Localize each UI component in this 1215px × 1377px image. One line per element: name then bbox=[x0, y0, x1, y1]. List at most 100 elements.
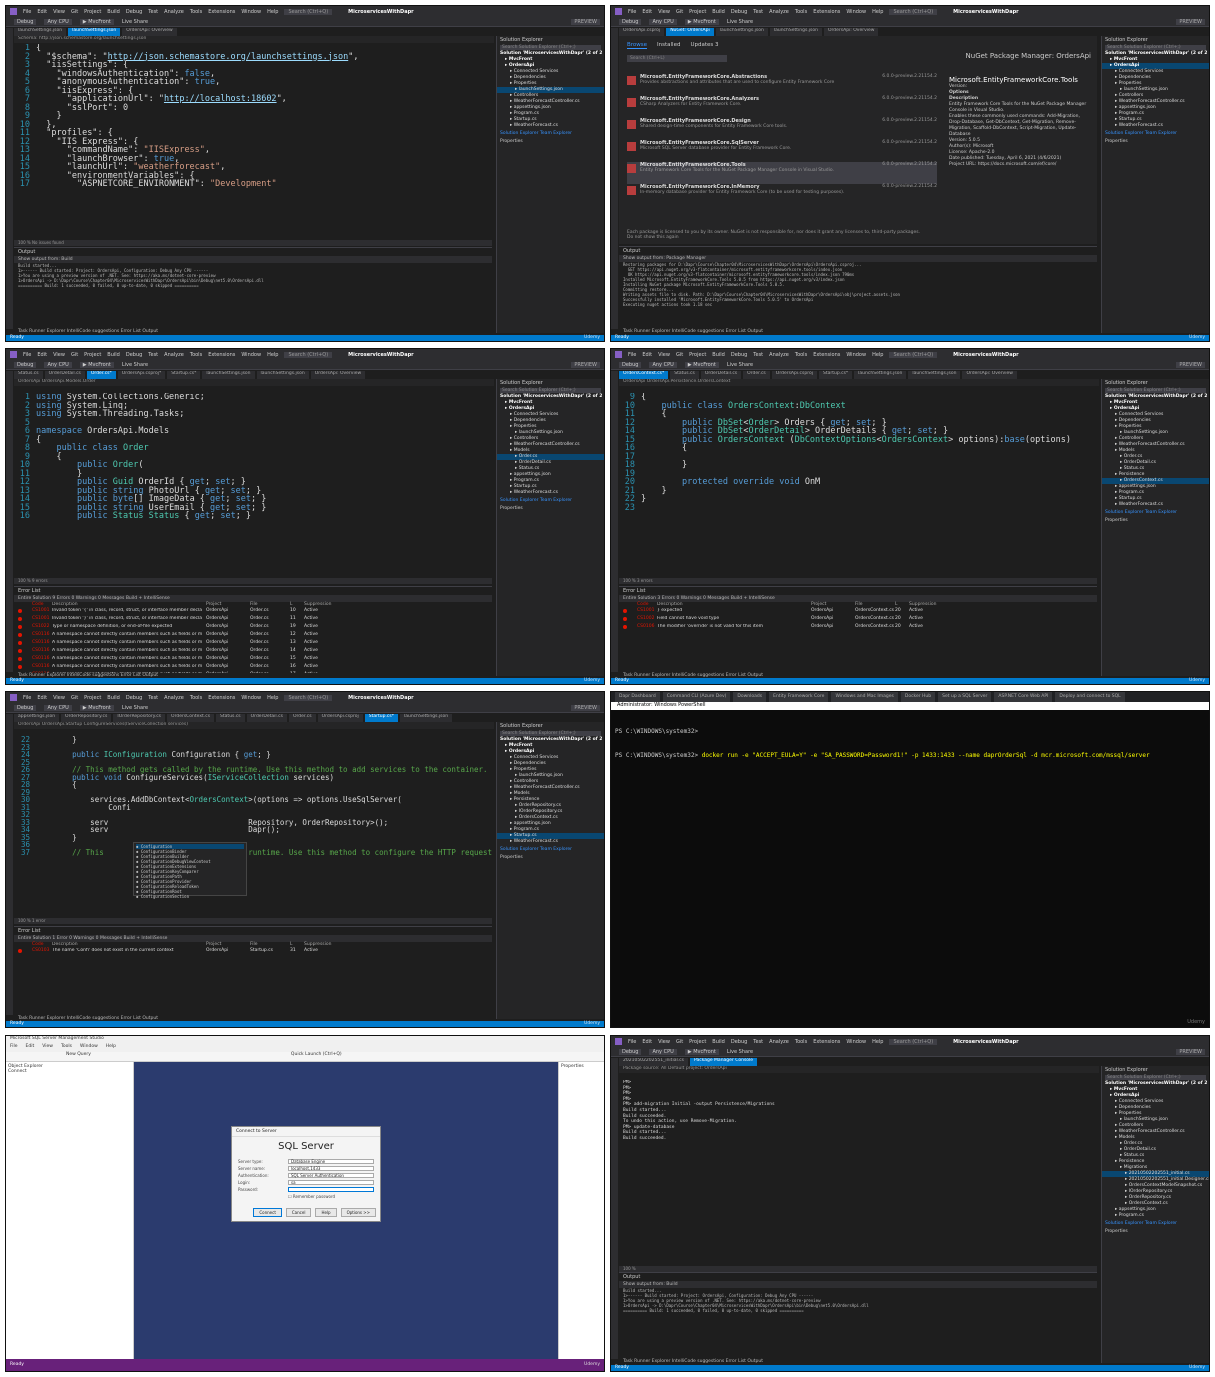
search-box[interactable]: Search (Ctrl+Q) bbox=[284, 351, 333, 358]
solution-search-input[interactable]: Search Solution Explorer (Ctrl+;) bbox=[500, 388, 601, 393]
menu-view[interactable]: View bbox=[658, 352, 670, 358]
error-row[interactable]: CS0106 The modifier 'override' is not val… bbox=[619, 624, 1097, 632]
menu-help[interactable]: Help bbox=[872, 1039, 883, 1045]
menu-tools[interactable]: Tools bbox=[190, 9, 202, 15]
solution-search-input[interactable]: Search Solution Explorer (Ctrl+;) bbox=[500, 45, 601, 50]
document-tab[interactable]: launchSettings.json bbox=[68, 28, 121, 36]
document-tab[interactable]: Status.cs bbox=[216, 714, 245, 722]
menu-project[interactable]: Project bbox=[84, 352, 101, 358]
code-editor[interactable]: 1{2 "$schema": "http://json.schemastore.… bbox=[14, 44, 492, 239]
solution-explorer-tabs[interactable]: Solution Explorer Team Explorer bbox=[1102, 1219, 1209, 1228]
menu-debug[interactable]: Debug bbox=[126, 352, 142, 358]
document-tab[interactable]: launchSettings.json bbox=[908, 371, 961, 379]
browser-tab[interactable]: Windows and Mac Images bbox=[831, 692, 898, 702]
platform-select[interactable]: Any CPU bbox=[44, 704, 72, 711]
completion-item[interactable]: ◆ ConfigurationSection bbox=[136, 894, 244, 899]
start-button[interactable]: ▶ MvcFront bbox=[684, 1048, 719, 1055]
live-share-button[interactable]: Live Share bbox=[122, 705, 148, 711]
menu-build[interactable]: Build bbox=[712, 1039, 725, 1045]
menu-git[interactable]: Git bbox=[71, 9, 78, 15]
solution-search-input[interactable]: Search Solution Explorer (Ctrl+;) bbox=[1105, 45, 1206, 50]
menu-analyze[interactable]: Analyze bbox=[164, 352, 184, 358]
error-filter-bar[interactable]: Entire Solution 1 Error 0 Warnings 0 Mes… bbox=[14, 935, 492, 942]
menu-window[interactable]: Window bbox=[241, 352, 261, 358]
browser-tab[interactable]: Downloads bbox=[733, 692, 767, 702]
menu-test[interactable]: Test bbox=[753, 1039, 763, 1045]
menu-file[interactable]: File bbox=[628, 352, 636, 358]
search-box[interactable]: Search (Ctrl+Q) bbox=[889, 351, 938, 358]
document-tab[interactable]: appsettings.json bbox=[14, 714, 60, 722]
error-code[interactable]: CS0116 bbox=[32, 640, 49, 648]
search-box[interactable]: Search (Ctrl+Q) bbox=[284, 694, 333, 701]
menu-view[interactable]: View bbox=[53, 9, 65, 15]
start-button[interactable]: ▶ MvcFront bbox=[79, 361, 114, 368]
menu-project[interactable]: Project bbox=[84, 9, 101, 15]
menu-help[interactable]: Help bbox=[872, 9, 883, 15]
config-select[interactable]: Debug bbox=[14, 704, 37, 711]
menu-help[interactable]: Help bbox=[106, 1044, 116, 1052]
error-row[interactable]: CS1002 Field cannot have void type OrdersA… bbox=[619, 616, 1097, 624]
menu-view[interactable]: View bbox=[658, 9, 670, 15]
menu-tools[interactable]: Tools bbox=[795, 1039, 807, 1045]
menu-window[interactable]: Window bbox=[846, 1039, 866, 1045]
document-tab[interactable]: Startup.cs* bbox=[364, 714, 398, 722]
menu-help[interactable]: Help bbox=[267, 695, 278, 701]
document-tab[interactable]: 20210502202551_initial.cs bbox=[619, 1058, 688, 1066]
help-button[interactable]: Help bbox=[315, 1208, 337, 1217]
package-item[interactable]: Microsoft.EntityFrameworkCore.Tools Entit… bbox=[627, 162, 937, 184]
live-share-button[interactable]: Live Share bbox=[122, 362, 148, 368]
new-query-button[interactable]: New Query bbox=[66, 1052, 91, 1057]
search-box[interactable]: Search (Ctrl+Q) bbox=[889, 8, 938, 15]
menu-git[interactable]: Git bbox=[676, 1039, 683, 1045]
error-code[interactable]: CS1001 bbox=[32, 608, 49, 616]
do-not-show-checkbox[interactable]: Do not show this again bbox=[627, 235, 679, 240]
solution-explorer-tabs[interactable]: Solution Explorer Team Explorer bbox=[497, 845, 604, 854]
document-tab[interactable]: Order.cs bbox=[288, 714, 316, 722]
document-tab[interactable]: OrdersApi.csproj bbox=[771, 371, 817, 379]
menu-edit[interactable]: Edit bbox=[37, 695, 47, 701]
menu-file[interactable]: File bbox=[10, 1044, 18, 1052]
menu-project[interactable]: Project bbox=[84, 695, 101, 701]
menu-window[interactable]: Window bbox=[241, 9, 261, 15]
package-item[interactable]: Microsoft.EntityFrameworkCore.Design Shar… bbox=[627, 118, 937, 140]
error-row[interactable]: CS1001} expected OrdersApi OrdersContext.c… bbox=[619, 608, 1097, 616]
menu-git[interactable]: Git bbox=[676, 9, 683, 15]
solution-search-input[interactable]: Search Solution Explorer (Ctrl+;) bbox=[1105, 1075, 1206, 1080]
menu-analyze[interactable]: Analyze bbox=[769, 9, 789, 15]
tab-updates[interactable]: Updates 3 bbox=[690, 42, 718, 49]
error-code[interactable]: CS1022 bbox=[32, 624, 49, 632]
menu-debug[interactable]: Debug bbox=[126, 695, 142, 701]
code-editor[interactable]: 22 } 23 24 public IConfiguration Configura… bbox=[14, 736, 492, 916]
error-row[interactable]: CS0116A namespace cannot directly contai… bbox=[14, 664, 492, 672]
live-share-button[interactable]: Live Share bbox=[727, 19, 753, 25]
error-code[interactable]: CS1002 bbox=[637, 616, 654, 624]
password-input[interactable] bbox=[288, 1187, 374, 1192]
server-name-input[interactable]: localhost,1433 bbox=[288, 1166, 374, 1171]
menu-git[interactable]: Git bbox=[71, 352, 78, 358]
output-source[interactable]: Show output from: Build bbox=[14, 256, 492, 263]
search-box[interactable]: Search (Ctrl+Q) bbox=[889, 1038, 938, 1045]
menu-window[interactable]: Window bbox=[80, 1044, 98, 1052]
error-filter-bar[interactable]: Entire Solution 9 Errors 0 Warnings 0 Me… bbox=[14, 595, 492, 602]
live-share-button[interactable]: Live Share bbox=[727, 1049, 753, 1055]
live-share-button[interactable]: Live Share bbox=[122, 19, 148, 25]
menu-git[interactable]: Git bbox=[71, 695, 78, 701]
document-tab[interactable]: launchSettings.json bbox=[715, 28, 768, 36]
menu-edit[interactable]: Edit bbox=[642, 352, 652, 358]
menu-file[interactable]: File bbox=[628, 9, 636, 15]
menu-view[interactable]: View bbox=[658, 1039, 670, 1045]
terminal-output[interactable]: PS C:\WINDOWS\system32> PS C:\WINDOWS\sy… bbox=[615, 712, 1205, 776]
menu-analyze[interactable]: Analyze bbox=[164, 9, 184, 15]
document-tab[interactable]: Order.cs bbox=[743, 371, 770, 379]
login-input[interactable]: sa bbox=[288, 1180, 374, 1185]
error-row[interactable]: CS0116A namespace cannot directly contai… bbox=[14, 640, 492, 648]
error-code[interactable]: CS1001 bbox=[32, 616, 49, 624]
start-button[interactable]: ▶ MvcFront bbox=[684, 361, 719, 368]
output-source[interactable]: Show output from: Build bbox=[619, 1281, 1097, 1288]
detail-project-url[interactable]: Project URL: https://docs.microsoft.com/… bbox=[949, 162, 1093, 168]
menu-edit[interactable]: Edit bbox=[26, 1044, 35, 1052]
menu-help[interactable]: Help bbox=[267, 9, 278, 15]
menu-test[interactable]: Test bbox=[148, 695, 158, 701]
package-item[interactable]: Microsoft.EntityFrameworkCore.Abstractio… bbox=[627, 74, 937, 96]
live-share-button[interactable]: Live Share bbox=[727, 362, 753, 368]
